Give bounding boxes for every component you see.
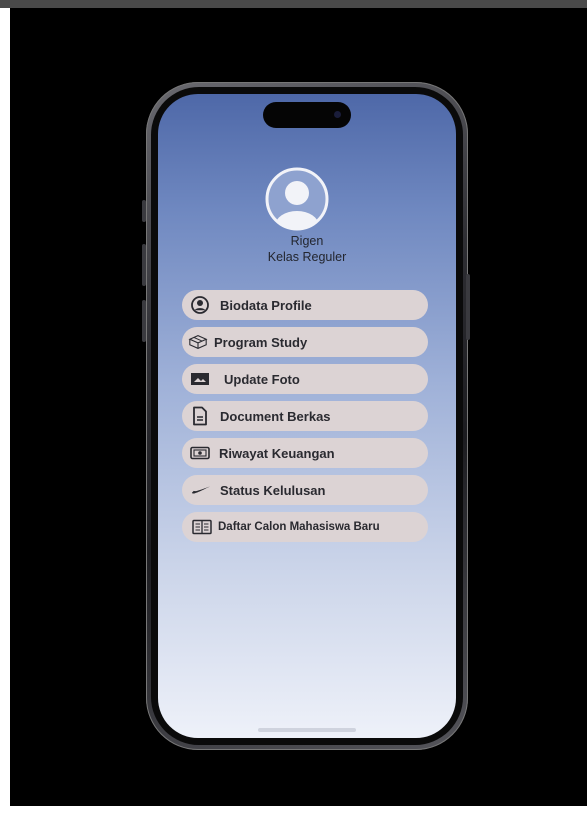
menu-item-update-foto[interactable]: Update Foto xyxy=(182,364,428,394)
menu-item-program-study[interactable]: Program Study xyxy=(182,327,428,357)
menu-item-label: Update Foto xyxy=(224,371,300,387)
person-circle-icon xyxy=(190,295,210,315)
camera-icon xyxy=(334,111,341,118)
menu-item-label: Daftar Calon Mahasiswa Baru xyxy=(218,521,380,533)
menu-item-label: Document Berkas xyxy=(220,408,331,424)
menu-item-status-kelulusan[interactable]: Status Kelulusan xyxy=(182,475,428,505)
menu-item-document-berkas[interactable]: Document Berkas xyxy=(182,401,428,431)
power-button xyxy=(466,274,470,340)
photo-icon xyxy=(190,369,210,389)
dynamic-island xyxy=(263,102,351,128)
menu-item-label: Riwayat Keuangan xyxy=(219,445,335,461)
profile-name: Rigen xyxy=(290,234,324,248)
menu-item-biodata-profile[interactable]: Biodata Profile xyxy=(182,290,428,320)
menu-item-daftar-calon-mahasiswa-baru[interactable]: Daftar Calon Mahasiswa Baru xyxy=(182,512,428,542)
box-icon xyxy=(188,332,208,352)
menu-item-label: Biodata Profile xyxy=(220,297,312,313)
window-top-bar xyxy=(0,0,587,8)
menu-item-label: Program Study xyxy=(214,334,308,350)
profile-class: Kelas Reguler xyxy=(267,250,347,264)
menu-item-label: Status Kelulusan xyxy=(220,482,326,498)
document-icon xyxy=(190,406,210,426)
volume-down-button xyxy=(142,300,146,342)
phone-screen: Rigen Kelas Reguler Biodata Profile Prog… xyxy=(158,94,456,738)
avatar[interactable] xyxy=(264,166,330,232)
book-icon xyxy=(192,517,212,537)
money-icon xyxy=(190,443,210,463)
page: Rigen Kelas Reguler Biodata Profile Prog… xyxy=(0,0,587,814)
home-indicator[interactable] xyxy=(258,728,356,732)
swoosh-icon xyxy=(191,480,211,500)
volume-up-button xyxy=(142,244,146,286)
action-button xyxy=(142,200,146,222)
person-avatar-icon xyxy=(265,167,329,231)
menu-item-riwayat-keuangan[interactable]: Riwayat Keuangan xyxy=(182,438,428,468)
